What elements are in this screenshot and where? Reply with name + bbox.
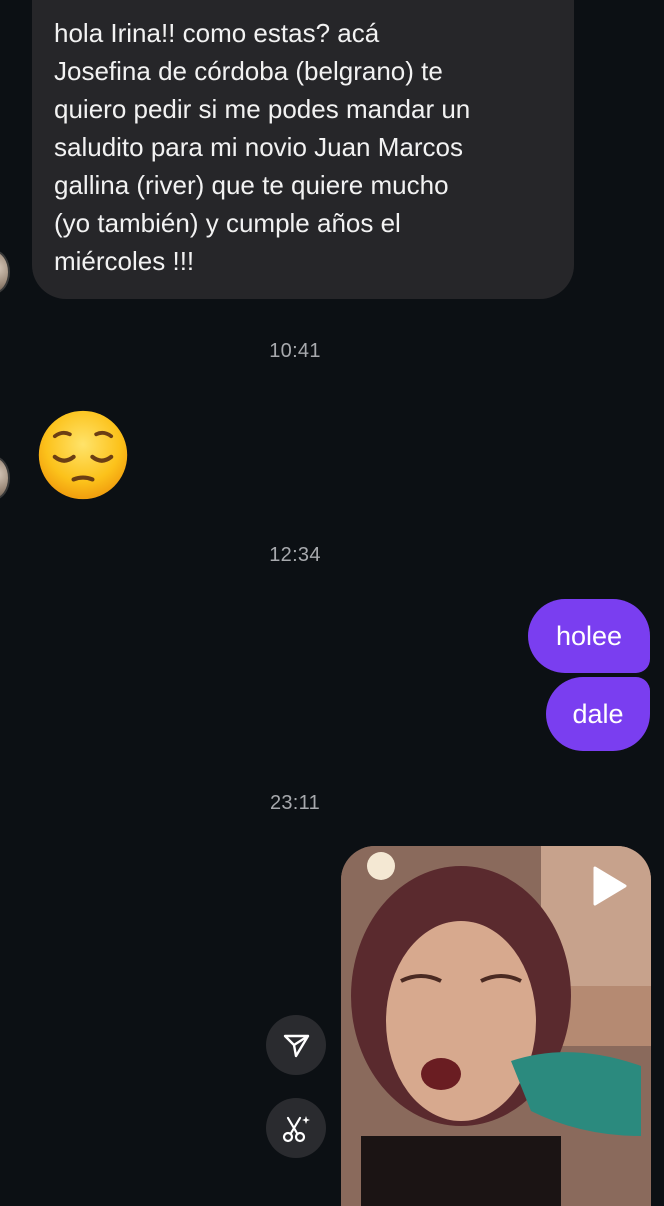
share-button[interactable] xyxy=(266,1015,326,1075)
send-icon xyxy=(283,1034,310,1058)
video-message[interactable] xyxy=(341,846,651,1206)
incoming-message-bubble[interactable]: hola Irina!! como estas? acá Josefina de… xyxy=(32,0,574,299)
sender-avatar[interactable] xyxy=(0,456,10,500)
timestamp: 12:34 xyxy=(269,544,321,566)
sender-avatar[interactable] xyxy=(0,250,10,294)
ai-edit-button[interactable] xyxy=(266,1098,326,1158)
pensive-face-emoji[interactable] xyxy=(36,408,130,502)
timestamp: 10:41 xyxy=(269,340,321,362)
outgoing-message-bubble[interactable]: dale xyxy=(546,677,650,751)
play-icon[interactable] xyxy=(587,864,631,908)
outgoing-message-bubble[interactable]: holee xyxy=(528,599,650,673)
scissors-sparkle-icon xyxy=(282,1116,310,1143)
timestamp: 23:11 xyxy=(269,792,321,814)
